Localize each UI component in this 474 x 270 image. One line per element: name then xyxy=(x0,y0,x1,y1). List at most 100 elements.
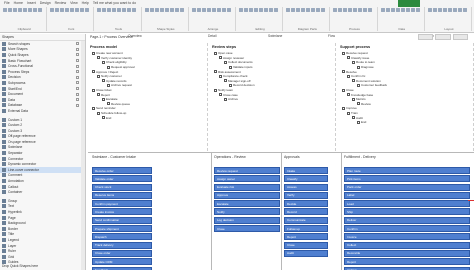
process-card[interactable]: Intake xyxy=(284,167,328,174)
process-card[interactable]: Pick items xyxy=(344,175,470,183)
command-icon[interactable] xyxy=(452,8,457,12)
command-icon[interactable] xyxy=(259,8,264,12)
command-icon[interactable] xyxy=(338,8,343,12)
command-icon[interactable] xyxy=(254,8,259,12)
command-icon[interactable] xyxy=(274,8,279,12)
process-card[interactable]: Send confirmation xyxy=(92,216,152,224)
command-icon[interactable] xyxy=(316,8,321,12)
command-icon[interactable] xyxy=(3,8,7,12)
process-card[interactable]: Approve xyxy=(214,191,280,199)
process-card[interactable]: Record xyxy=(284,208,328,216)
command-icon[interactable] xyxy=(348,8,353,12)
command-icon[interactable] xyxy=(415,8,420,12)
command-icon[interactable] xyxy=(196,8,201,12)
process-card[interactable]: Confirm xyxy=(344,225,470,233)
process-card[interactable]: Feedback xyxy=(92,266,152,270)
command-icon[interactable] xyxy=(154,8,159,12)
command-icon[interactable] xyxy=(385,8,390,12)
command-icon[interactable] xyxy=(221,8,226,12)
process-card[interactable]: Audit xyxy=(284,249,328,257)
command-icon[interactable] xyxy=(60,8,65,12)
process-card[interactable]: Update CRM xyxy=(92,258,152,266)
process-card[interactable]: Report xyxy=(344,258,470,266)
command-icon[interactable] xyxy=(211,8,216,12)
command-icon[interactable] xyxy=(216,8,221,12)
command-icon[interactable] xyxy=(363,8,368,12)
process-card[interactable]: Create invoice xyxy=(92,208,152,216)
process-card[interactable]: Pack order xyxy=(344,183,470,191)
drawing-canvas[interactable]: Page-1 › Process Overview Overview Detail… xyxy=(88,34,474,270)
process-card[interactable]: Collect xyxy=(344,241,470,249)
share-button[interactable] xyxy=(398,0,420,7)
command-icon[interactable] xyxy=(432,8,437,12)
command-icon[interactable] xyxy=(50,8,55,12)
process-card[interactable]: Prepare shipment xyxy=(92,225,152,233)
process-card[interactable]: Track delivery xyxy=(92,241,152,249)
process-card[interactable]: Follow up xyxy=(284,225,328,233)
canvas-tab[interactable]: Detail xyxy=(208,34,216,38)
command-icon[interactable] xyxy=(55,8,60,12)
process-card[interactable]: Log decision xyxy=(214,216,280,224)
command-icon[interactable] xyxy=(358,8,363,12)
process-card[interactable]: Check stock xyxy=(92,183,152,191)
process-card[interactable]: Receive order xyxy=(92,167,152,174)
command-icon[interactable] xyxy=(144,8,149,12)
command-icon[interactable] xyxy=(80,8,85,12)
command-icon[interactable] xyxy=(410,8,415,12)
process-card[interactable]: Plan route xyxy=(344,167,470,174)
shape-checkbox[interactable] xyxy=(76,98,79,102)
command-icon[interactable] xyxy=(269,8,274,12)
command-icon[interactable] xyxy=(306,8,311,12)
command-icon[interactable] xyxy=(405,8,410,12)
process-card[interactable]: Archive xyxy=(344,266,470,270)
process-card[interactable]: Load xyxy=(344,200,470,208)
command-icon[interactable] xyxy=(442,8,447,12)
process-card[interactable]: Reserve items xyxy=(92,191,152,199)
command-icon[interactable] xyxy=(8,8,12,12)
shape-checkbox[interactable] xyxy=(76,103,79,107)
shape-checkbox[interactable] xyxy=(76,64,79,68)
command-icon[interactable] xyxy=(122,8,127,12)
command-icon[interactable] xyxy=(226,8,231,12)
shapes-pane-scrollbar[interactable] xyxy=(81,41,85,270)
command-icon[interactable] xyxy=(457,8,462,12)
command-icon[interactable] xyxy=(23,8,27,12)
shape-checkbox[interactable] xyxy=(76,59,79,63)
command-icon[interactable] xyxy=(159,8,164,12)
flow-step[interactable]: End xyxy=(338,120,473,125)
process-card[interactable]: Confirm payment xyxy=(92,200,152,208)
command-icon[interactable] xyxy=(239,8,244,12)
command-icon[interactable] xyxy=(333,8,338,12)
process-card[interactable]: Validate order xyxy=(92,175,152,183)
flow-diagram[interactable]: Review steps Open case Assign reviewer Coll… xyxy=(210,43,336,151)
command-icon[interactable] xyxy=(117,8,122,12)
flow-step[interactable]: Archive xyxy=(210,97,335,102)
shape-checkbox[interactable] xyxy=(76,42,79,46)
shape-checkbox[interactable] xyxy=(76,92,79,96)
command-icon[interactable] xyxy=(206,8,211,12)
command-icon[interactable] xyxy=(191,8,196,12)
command-icon[interactable] xyxy=(353,8,358,12)
command-icon[interactable] xyxy=(97,8,102,12)
flow-step[interactable]: End xyxy=(88,115,207,120)
command-icon[interactable] xyxy=(343,8,348,12)
process-card[interactable]: Dispatch xyxy=(92,233,152,241)
command-icon[interactable] xyxy=(149,8,154,12)
command-icon[interactable] xyxy=(75,8,80,12)
shape-checkbox[interactable] xyxy=(76,47,79,51)
process-card[interactable]: Report xyxy=(284,233,328,241)
process-card[interactable]: Decide xyxy=(284,200,328,208)
process-card[interactable]: Reconcile xyxy=(344,249,470,257)
process-card[interactable]: Classify xyxy=(284,175,328,183)
command-icon[interactable] xyxy=(85,8,90,12)
command-icon[interactable] xyxy=(437,8,442,12)
command-icon[interactable] xyxy=(28,8,32,12)
process-card[interactable]: Verify xyxy=(284,191,328,199)
flow-diagram[interactable]: Support process Receive request Classify i… xyxy=(338,43,474,151)
process-card[interactable]: Ship xyxy=(344,208,470,216)
command-icon[interactable] xyxy=(291,8,296,12)
command-icon[interactable] xyxy=(462,8,467,12)
command-icon[interactable] xyxy=(107,8,112,12)
command-icon[interactable] xyxy=(18,8,22,12)
process-card[interactable]: Escalate xyxy=(214,200,280,208)
